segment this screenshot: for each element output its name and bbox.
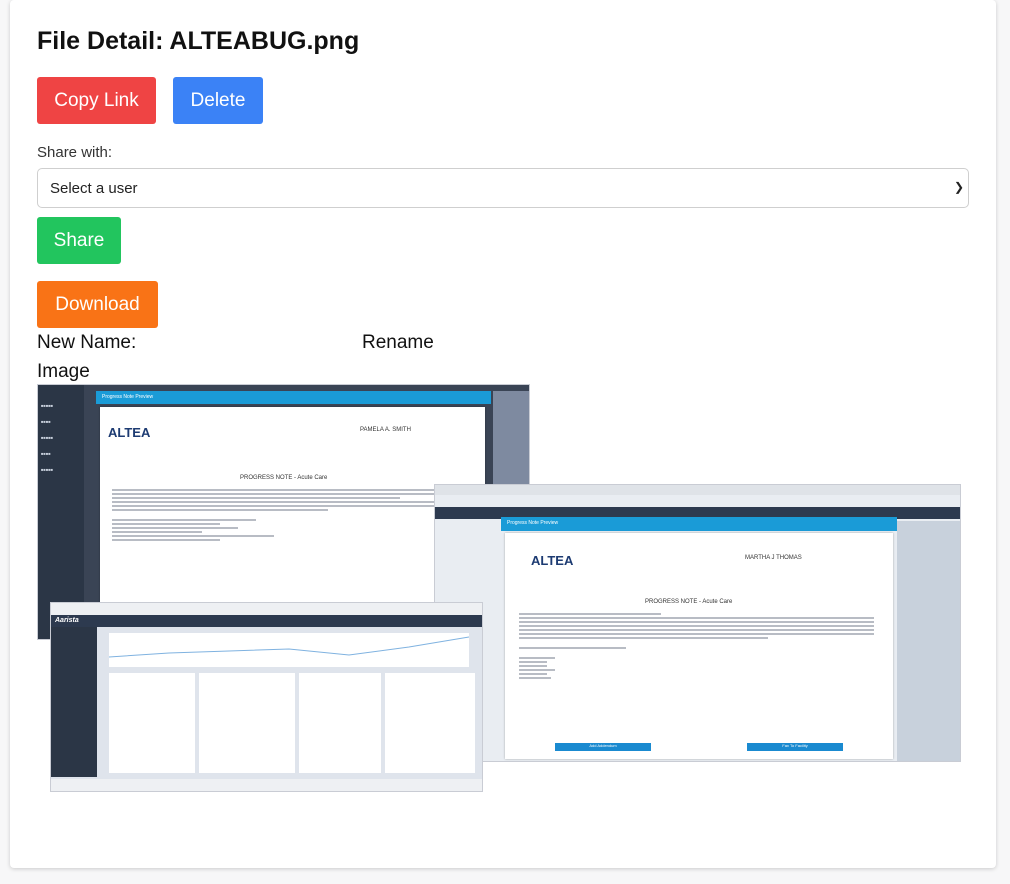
preview-right-patient-name: MARTHA J THOMAS (745, 555, 802, 561)
preview-screenshot-right: Progress Note Preview ALTEA MARTHA J THO… (434, 484, 961, 762)
preview-note-heading: PROGRESS NOTE - Acute Care (240, 475, 328, 481)
aarista-logo: Aarista (55, 617, 79, 624)
preview-right-text-block (519, 611, 874, 681)
altea-logo-right: ALTEA (531, 553, 574, 568)
preview-front-chart (108, 636, 470, 658)
download-button[interactable]: Download (37, 281, 158, 328)
user-select[interactable]: Select a user (37, 168, 969, 208)
page-title: File Detail: ALTEABUG.png (37, 27, 360, 55)
copy-link-button[interactable]: Copy Link (37, 77, 156, 124)
image-label: Image (37, 361, 90, 382)
preview-front-list-c (299, 673, 381, 773)
preview-fax-button: Fax To Facility (747, 743, 843, 751)
delete-button[interactable]: Delete (173, 77, 263, 124)
rename-label[interactable]: Rename (362, 332, 434, 354)
preview-right-background-panel (897, 521, 960, 761)
preview-document: ALTEA PAMELA A. SMITH PROGRESS NOTE - Ac… (100, 407, 485, 607)
preview-front-sidebar (51, 627, 97, 777)
preview-modal-header: Progress Note Preview (96, 391, 491, 404)
preview-right-document: ALTEA MARTHA J THOMAS PROGRESS NOTE - Ac… (505, 533, 893, 759)
altea-logo: ALTEA (108, 425, 151, 440)
new-name-label: New Name: (37, 332, 137, 353)
preview-screenshot-front: Aarista (50, 602, 483, 792)
preview-text-block (112, 487, 472, 543)
file-detail-card: File Detail: ALTEABUG.png Copy Link Dele… (10, 0, 996, 868)
preview-right-modal-header: Progress Note Preview (501, 517, 897, 531)
preview-front-browser-bar (51, 603, 482, 615)
preview-sidebar: ■■■■■ ■■■■ ■■■■■ ■■■■ ■■■■■ (38, 385, 84, 639)
preview-front-list-a (109, 673, 195, 773)
preview-right-modal-title: Progress Note Preview (507, 520, 559, 526)
preview-front-list-d (385, 673, 475, 773)
share-button[interactable]: Share (37, 217, 121, 264)
preview-modal-title: Progress Note Preview (102, 394, 154, 400)
preview-browser-bar (435, 485, 960, 495)
preview-front-list-b (199, 673, 295, 773)
preview-front-app-bar: Aarista (51, 615, 482, 627)
preview-patient-name: PAMELA A. SMITH (360, 427, 411, 433)
preview-add-addendum-button: Add Addendum (555, 743, 651, 751)
share-with-label: Share with: (37, 144, 113, 161)
preview-front-taskbar (51, 779, 482, 791)
preview-front-chart-panel (108, 633, 470, 667)
preview-right-note-heading: PROGRESS NOTE - Acute Care (645, 599, 733, 605)
